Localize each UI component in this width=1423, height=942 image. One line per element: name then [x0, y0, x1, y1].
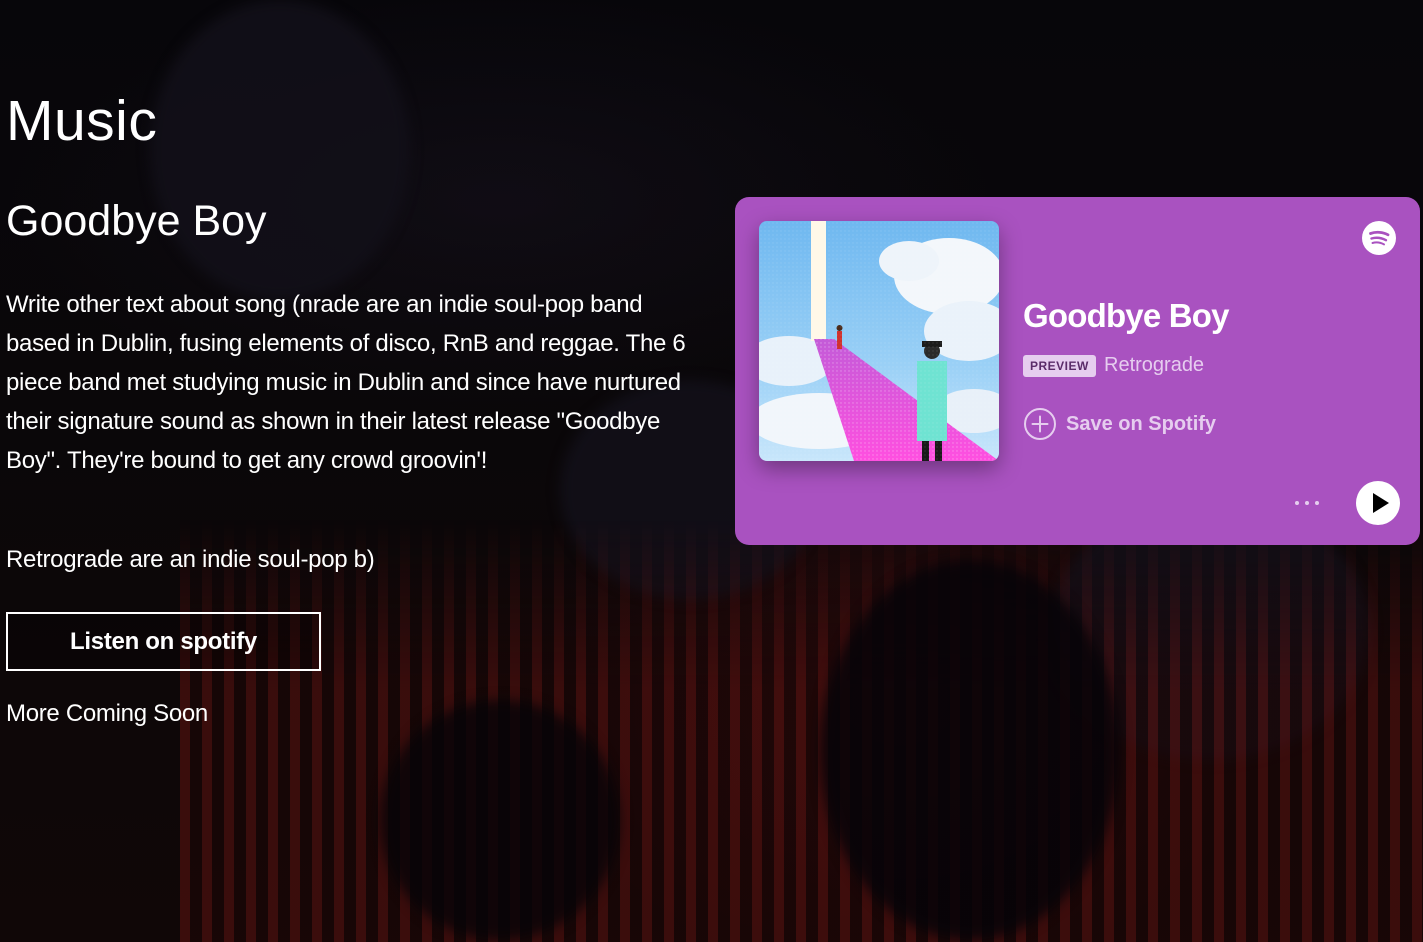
more-coming-soon-text: More Coming Soon	[6, 700, 208, 727]
spotify-logo-icon[interactable]	[1362, 221, 1396, 255]
background-curtain	[180, 520, 1423, 942]
play-icon[interactable]	[1356, 481, 1400, 525]
spotify-embed-player: Goodbye Boy PREVIEW Retrograde Save on S…	[735, 197, 1420, 545]
plus-circle-icon	[1024, 408, 1056, 440]
background-shape	[820, 560, 1120, 940]
preview-badge: PREVIEW	[1023, 355, 1096, 377]
song-description: Write other text about song (nrade are a…	[6, 291, 686, 474]
save-on-spotify-label: Save on Spotify	[1066, 412, 1217, 435]
more-horizontal-icon[interactable]	[1292, 489, 1322, 517]
song-title: Goodbye Boy	[6, 197, 267, 245]
album-cover-image[interactable]	[759, 221, 999, 461]
save-on-spotify-button[interactable]: Save on Spotify	[1023, 407, 1216, 441]
embed-track-title[interactable]: Goodbye Boy	[1023, 297, 1230, 335]
background-shape	[150, 0, 410, 300]
listen-on-spotify-button[interactable]: Listen on spotify	[6, 612, 321, 671]
embed-artist-name[interactable]: Retrograde	[1104, 354, 1204, 377]
background-shape	[380, 700, 620, 940]
page-title: Music	[6, 89, 158, 153]
song-short-text: Retrograde are an indie soul-pop b)	[6, 546, 375, 573]
